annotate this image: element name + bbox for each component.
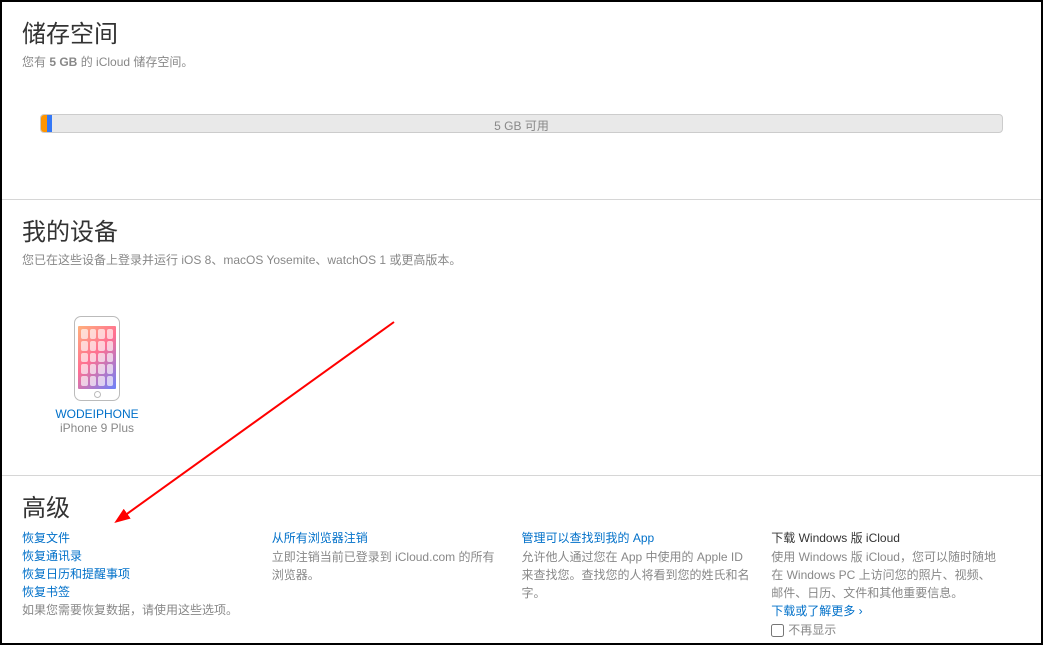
download-learn-more-link[interactable]: 下载或了解更多 › xyxy=(771,602,1001,620)
windows-icloud-desc: 使用 Windows 版 iCloud，您可以随时随地在 Windows PC … xyxy=(771,548,1001,602)
advanced-col-signout: 从所有浏览器注销 立即注销当前已登录到 iCloud.com 的所有浏览器。 xyxy=(272,529,522,639)
manage-apps-desc: 允许他人通过您在 App 中使用的 Apple ID 来查找您。查找您的人将看到… xyxy=(522,548,752,602)
restore-contacts-link[interactable]: 恢复通讯录 xyxy=(22,547,252,565)
device-item[interactable]: WODEIPHONE iPhone 9 Plus xyxy=(42,316,152,435)
advanced-section: 高级 恢复文件 恢复通讯录 恢复日历和提醒事项 恢复书签 如果您需要恢复数据，请… xyxy=(2,476,1041,645)
do-not-show-again-row[interactable]: 不再显示 xyxy=(771,621,1001,639)
devices-title: 我的设备 xyxy=(22,212,1021,247)
storage-available-label: 5 GB 可用 xyxy=(41,117,1002,133)
download-windows-icloud-heading: 下载 Windows 版 iCloud xyxy=(771,529,1001,547)
advanced-col-restore: 恢复文件 恢复通讯录 恢复日历和提醒事项 恢复书签 如果您需要恢复数据，请使用这… xyxy=(22,529,272,639)
storage-title: 储存空间 xyxy=(22,14,1021,49)
storage-section: 储存空间 您有 5 GB 的 iCloud 储存空间。 5 GB 可用 xyxy=(2,2,1041,200)
manage-lookup-apps-link[interactable]: 管理可以查找到我的 App xyxy=(522,529,752,547)
restore-bookmarks-link[interactable]: 恢复书签 xyxy=(22,583,252,601)
devices-subtitle: 您已在这些设备上登录并运行 iOS 8、macOS Yosemite、watch… xyxy=(22,251,1021,268)
device-name-link[interactable]: WODEIPHONE xyxy=(42,407,152,421)
devices-section: 我的设备 您已在这些设备上登录并运行 iOS 8、macOS Yosemite、… xyxy=(2,200,1041,476)
do-not-show-checkbox[interactable] xyxy=(771,624,784,637)
advanced-col-windows: 下载 Windows 版 iCloud 使用 Windows 版 iCloud，… xyxy=(771,529,1021,639)
advanced-title: 高级 xyxy=(22,488,1021,523)
do-not-show-label: 不再显示 xyxy=(788,621,836,639)
signout-all-browsers-link[interactable]: 从所有浏览器注销 xyxy=(272,529,502,547)
device-model-label: iPhone 9 Plus xyxy=(42,421,152,435)
signout-desc: 立即注销当前已登录到 iCloud.com 的所有浏览器。 xyxy=(272,548,502,584)
storage-bar: 5 GB 可用 xyxy=(40,114,1003,133)
iphone-icon xyxy=(74,316,120,401)
restore-files-link[interactable]: 恢复文件 xyxy=(22,529,252,547)
advanced-col-manage-apps: 管理可以查找到我的 App 允许他人通过您在 App 中使用的 Apple ID… xyxy=(522,529,772,639)
restore-calendars-link[interactable]: 恢复日历和提醒事项 xyxy=(22,565,252,583)
storage-subtitle: 您有 5 GB 的 iCloud 储存空间。 xyxy=(22,53,1021,70)
restore-desc: 如果您需要恢复数据，请使用这些选项。 xyxy=(22,601,252,619)
